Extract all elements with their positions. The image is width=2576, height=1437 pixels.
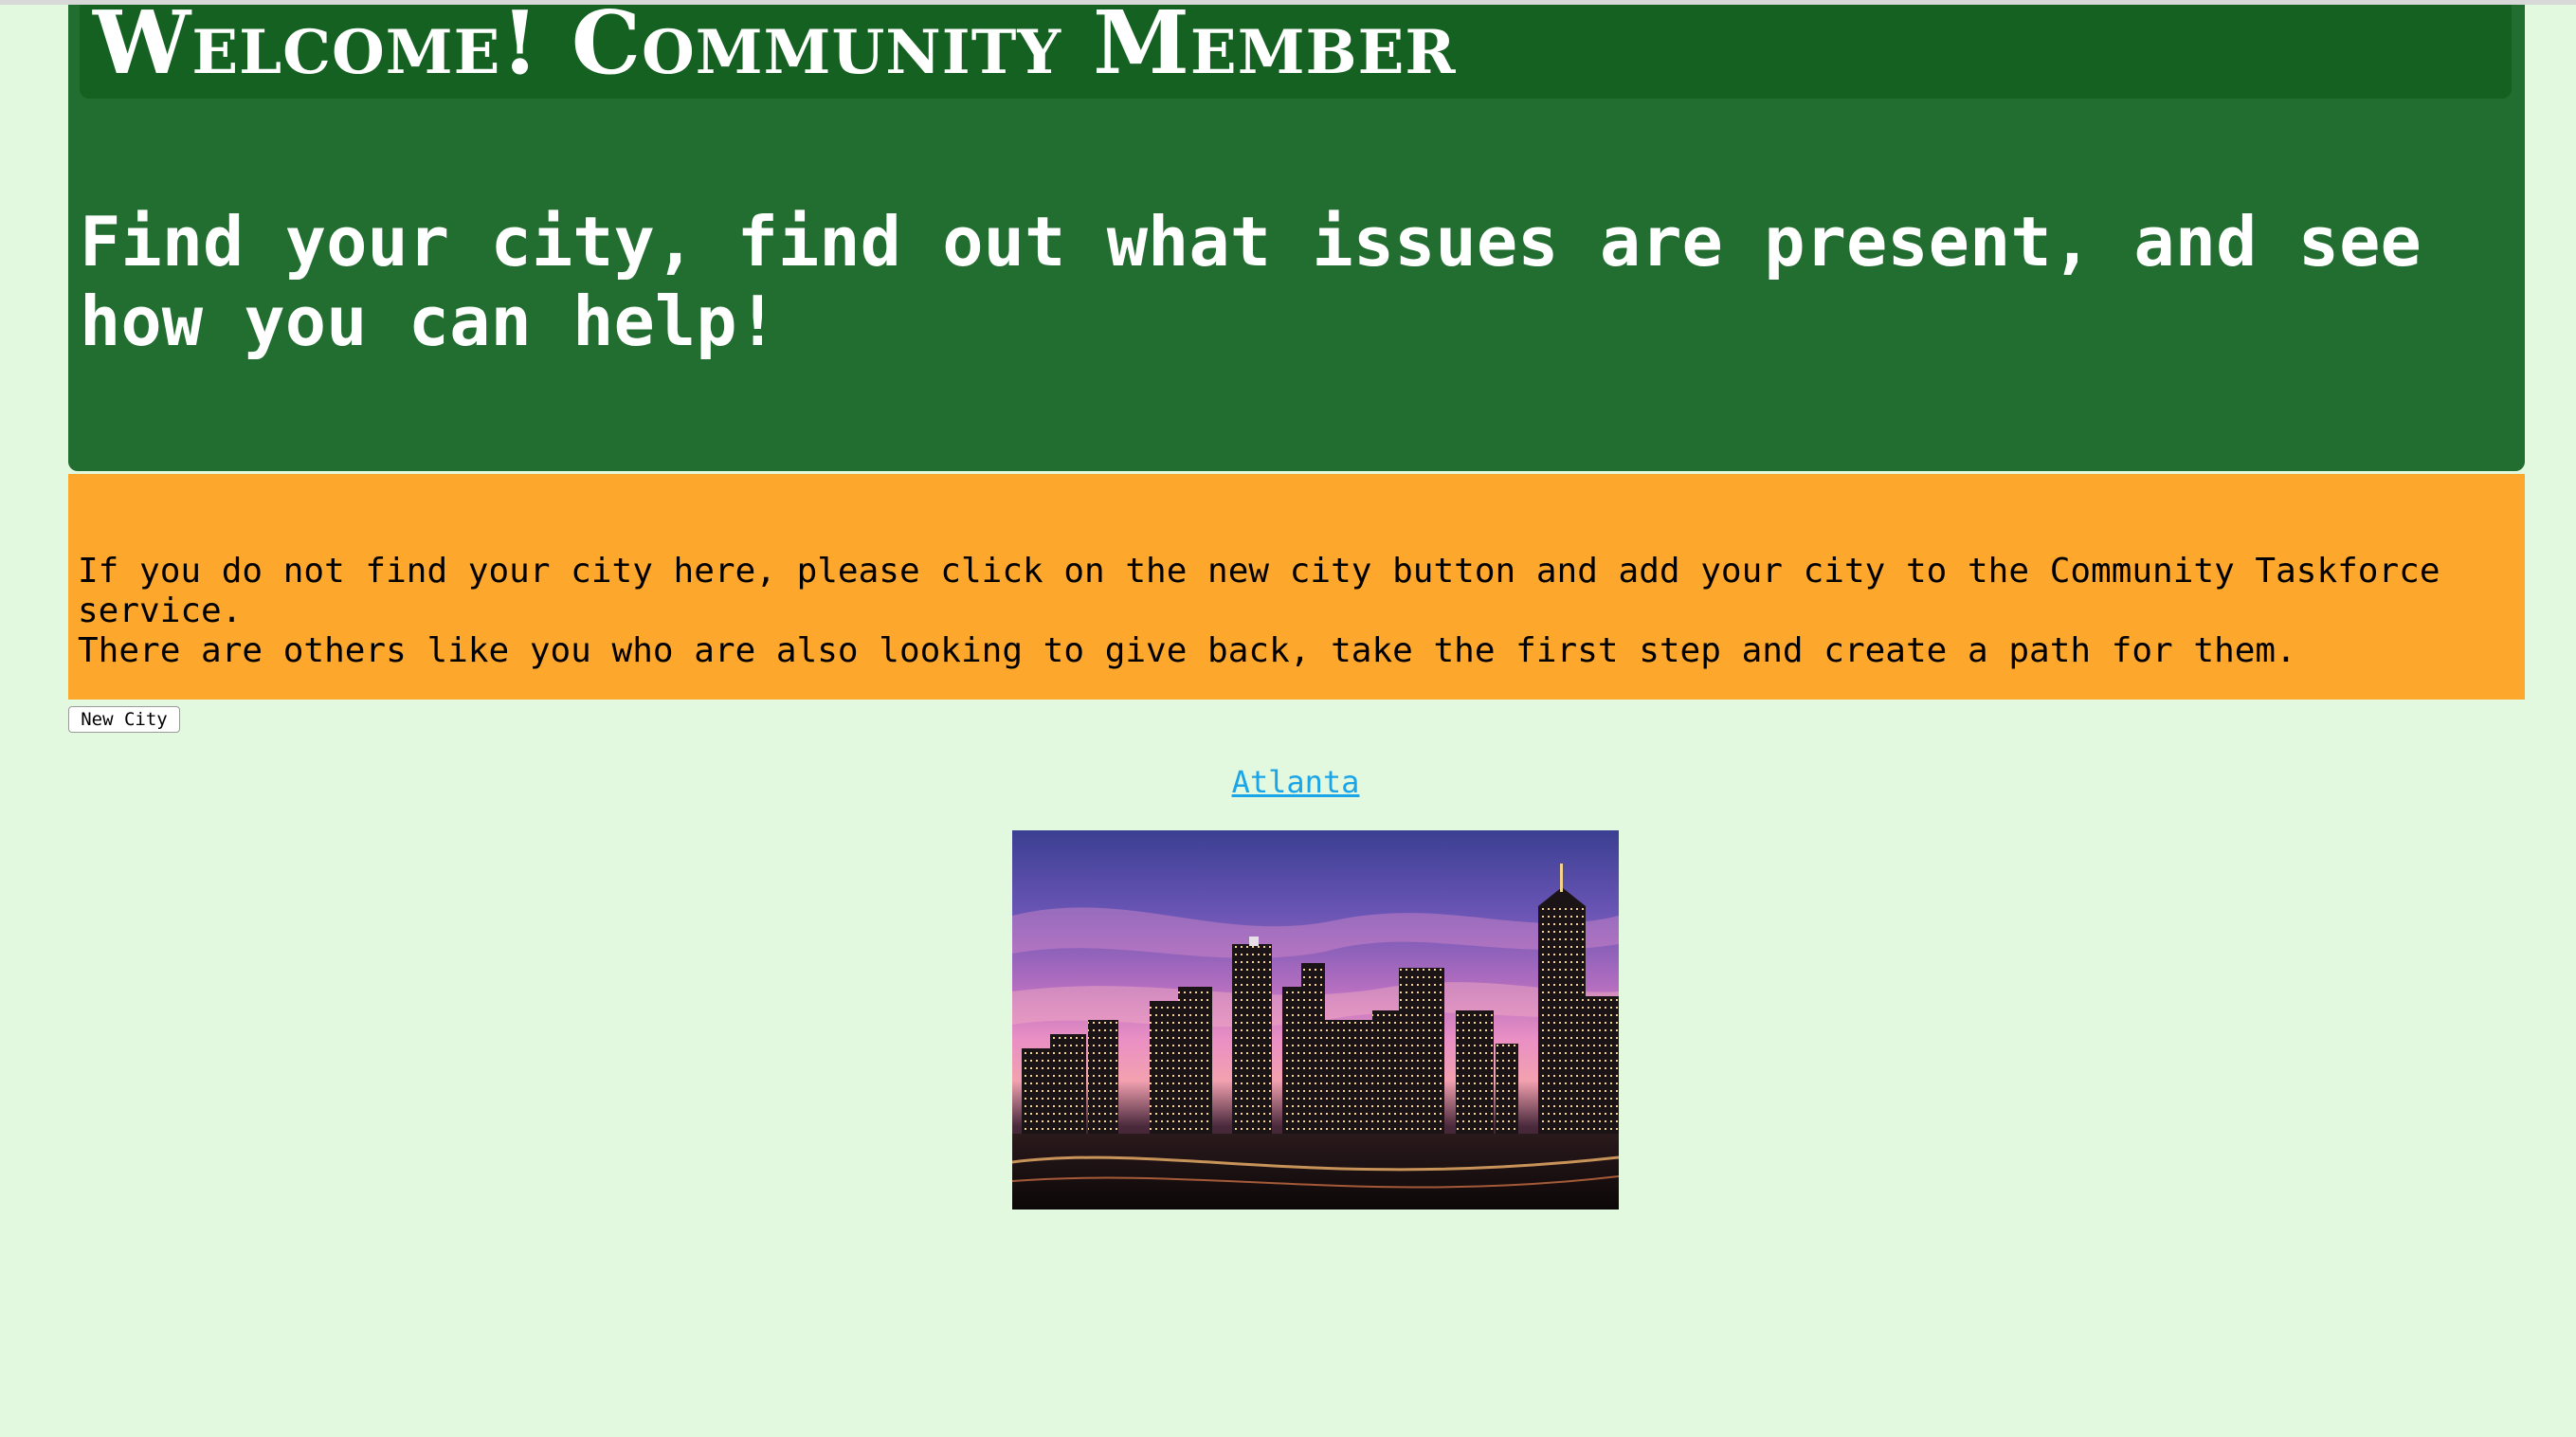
title-bar: Welcome! Community Member bbox=[80, 0, 2512, 99]
notice-banner: If you do not find your city here, pleas… bbox=[68, 474, 2525, 700]
city-link-atlanta[interactable]: Atlanta bbox=[1137, 763, 1454, 801]
new-city-button[interactable]: New City bbox=[68, 706, 180, 733]
notice-text: If you do not find your city here, pleas… bbox=[78, 552, 2440, 670]
tagline: Find your city, find out what issues are… bbox=[80, 202, 2422, 361]
page-title: Welcome! Community Member bbox=[93, 0, 1457, 94]
city-image-atlanta[interactable] bbox=[1012, 830, 1619, 1210]
hero-banner: Welcome! Community Member Find your city… bbox=[68, 0, 2525, 471]
